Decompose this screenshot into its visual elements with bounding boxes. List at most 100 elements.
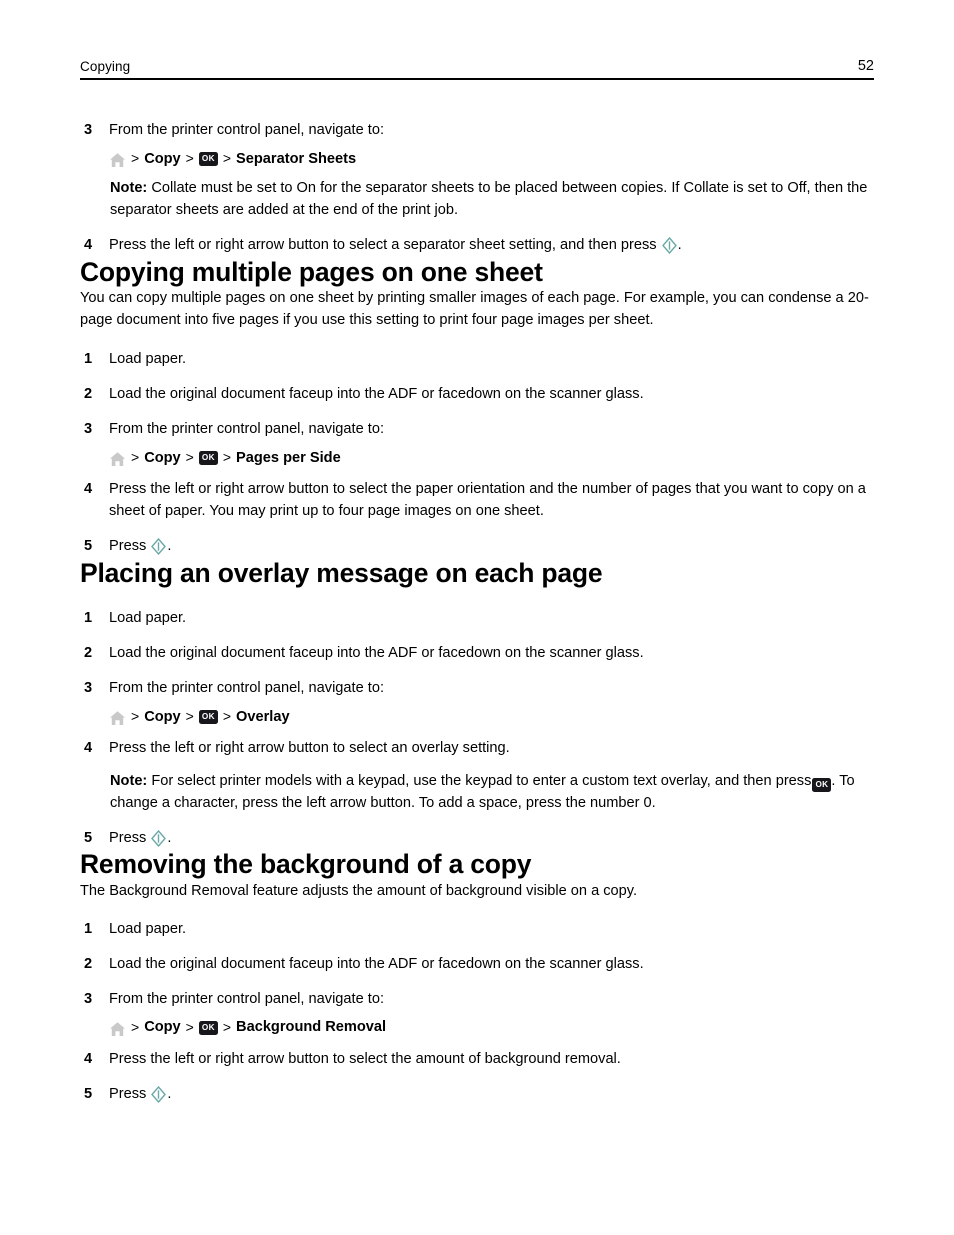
step-item: 2 Load the original document faceup into… [80, 384, 874, 406]
step-item: 3 From the printer control panel, naviga… [80, 120, 874, 222]
step-number: 2 [84, 386, 93, 403]
step-item: 4 Press the left or right arrow button t… [80, 479, 874, 523]
step-number: 2 [84, 645, 93, 662]
path-separator: > [131, 707, 140, 724]
start-icon [151, 829, 167, 847]
step-text-suffix: . [167, 537, 172, 554]
step-number: 5 [84, 537, 93, 554]
step-text: From the printer control panel, navigate… [109, 679, 384, 696]
step-number: 4 [84, 1050, 93, 1067]
home-icon [109, 1021, 126, 1037]
step-item: 4 Press the left or right arrow button t… [80, 235, 874, 257]
path-separator: > [185, 1018, 194, 1035]
step-text: Press the left or right arrow button to … [109, 739, 510, 756]
step-number: 3 [84, 122, 93, 138]
step-number: 4 [84, 739, 93, 756]
path-crumb-copy: Copy [144, 449, 181, 466]
step-text: From the printer control panel, navigate… [109, 990, 384, 1007]
path-separator: > [222, 449, 232, 466]
ok-button-icon: OK [198, 1020, 218, 1035]
step-item: 1 Load paper. [80, 608, 874, 630]
section-heading-placing-overlay-message: Placing an overlay message on each page [80, 557, 603, 588]
path-separator: > [185, 707, 194, 724]
path-crumb-destination: Overlay [236, 708, 290, 725]
step-text: From the printer control panel, navigate… [109, 122, 384, 138]
note-text: Collate must be set to On for the separa… [110, 179, 868, 218]
path-crumb-destination: Background Removal [236, 1019, 387, 1036]
navigation-path: > Copy > OK > Separator Sheets [109, 151, 874, 167]
step-number: 3 [84, 421, 93, 438]
section-heading-copying-multiple-pages: Copying multiple pages on one sheet [80, 256, 543, 287]
step-number: 3 [84, 990, 93, 1007]
step-text-suffix: . [677, 236, 682, 253]
ok-button-icon: OK [198, 451, 218, 466]
step-item: 3 From the printer control panel, naviga… [80, 989, 874, 1036]
start-icon [661, 236, 677, 254]
note-block: Note: For select printer models with a k… [109, 771, 874, 815]
step-item: 5 Press . [80, 828, 874, 850]
step-number: 5 [84, 829, 93, 846]
step-number: 4 [84, 481, 93, 498]
start-icon [151, 537, 167, 555]
step-number: 1 [84, 351, 93, 368]
step-item: 1 Load paper. [80, 349, 874, 371]
step-list-separator-sheets: 3 From the printer control panel, naviga… [80, 120, 874, 257]
path-separator: > [185, 449, 194, 466]
home-icon [109, 710, 126, 726]
section-intro-paragraph: The Background Removal feature adjusts t… [80, 882, 638, 899]
path-crumb-destination: Pages per Side [236, 449, 341, 466]
step-text-suffix: . [167, 829, 172, 846]
step-list-overlay: 1 Load paper. 2 Load the original docume… [80, 608, 874, 849]
step-item: 4 Press the left or right arrow button t… [80, 1049, 874, 1071]
step-text: From the printer control panel, navigate… [109, 421, 384, 438]
step-number: 1 [84, 921, 93, 938]
step-item: 5 Press . [80, 536, 874, 558]
step-item: 3 From the printer control panel, naviga… [80, 678, 874, 725]
step-text: Press [109, 829, 147, 846]
home-icon [109, 451, 126, 467]
document-page: Copying 52 3 From the printer control pa… [0, 0, 954, 1235]
step-text: Load the original document faceup into t… [109, 955, 644, 972]
path-separator: > [222, 149, 232, 166]
step-text: Load paper. [109, 921, 187, 938]
step-item: 4 Press the left or right arrow button t… [80, 738, 874, 815]
step-text: Press the left or right arrow button to … [109, 1050, 621, 1067]
path-separator: > [185, 149, 194, 166]
step-item: 2 Load the original document faceup into… [80, 643, 874, 665]
path-separator: > [131, 1018, 140, 1035]
step-text: Load the original document faceup into t… [109, 645, 644, 662]
note-label: Note: [110, 179, 148, 196]
ok-button-icon: OK [198, 709, 218, 724]
step-text: Press [109, 1085, 147, 1102]
note-text: For select printer models with a keypad,… [151, 772, 812, 789]
navigation-path: > Copy > OK > Background Removal [109, 1020, 874, 1036]
step-list-background-removal: 1 Load paper. 2 Load the original docume… [80, 919, 874, 1105]
step-text: Press [109, 537, 147, 554]
step-text-suffix: . [167, 1085, 172, 1102]
step-item: 2 Load the original document faceup into… [80, 954, 874, 976]
step-number: 3 [84, 679, 93, 696]
path-crumb-copy: Copy [144, 150, 181, 167]
ok-button-icon: OK [812, 777, 832, 792]
note-label: Note: [110, 772, 148, 789]
note-block: Note: Collate must be set to On for the … [109, 178, 874, 222]
path-crumb-destination: Separator Sheets [236, 150, 357, 167]
step-text: Press the left or right arrow button to … [109, 481, 866, 519]
path-separator: > [131, 449, 140, 466]
page-number: 52 [857, 58, 874, 74]
section-intro-paragraph: You can copy multiple pages on one sheet… [80, 290, 869, 329]
path-crumb-copy: Copy [144, 708, 181, 725]
step-number: 4 [84, 236, 93, 253]
step-item: 1 Load paper. [80, 919, 874, 941]
step-text: Load paper. [109, 351, 187, 368]
page-header: Copying 52 [80, 58, 874, 80]
home-icon [109, 152, 126, 168]
step-item: 5 Press . [80, 1084, 874, 1106]
path-separator: > [222, 707, 232, 724]
path-separator: > [222, 1018, 232, 1035]
step-number: 2 [84, 955, 93, 972]
step-list-pages-per-side: 1 Load paper. 2 Load the original docume… [80, 349, 874, 557]
step-text: Press the left or right arrow button to … [109, 236, 657, 253]
ok-button-icon: OK [198, 151, 218, 166]
step-text: Load paper. [109, 610, 187, 627]
